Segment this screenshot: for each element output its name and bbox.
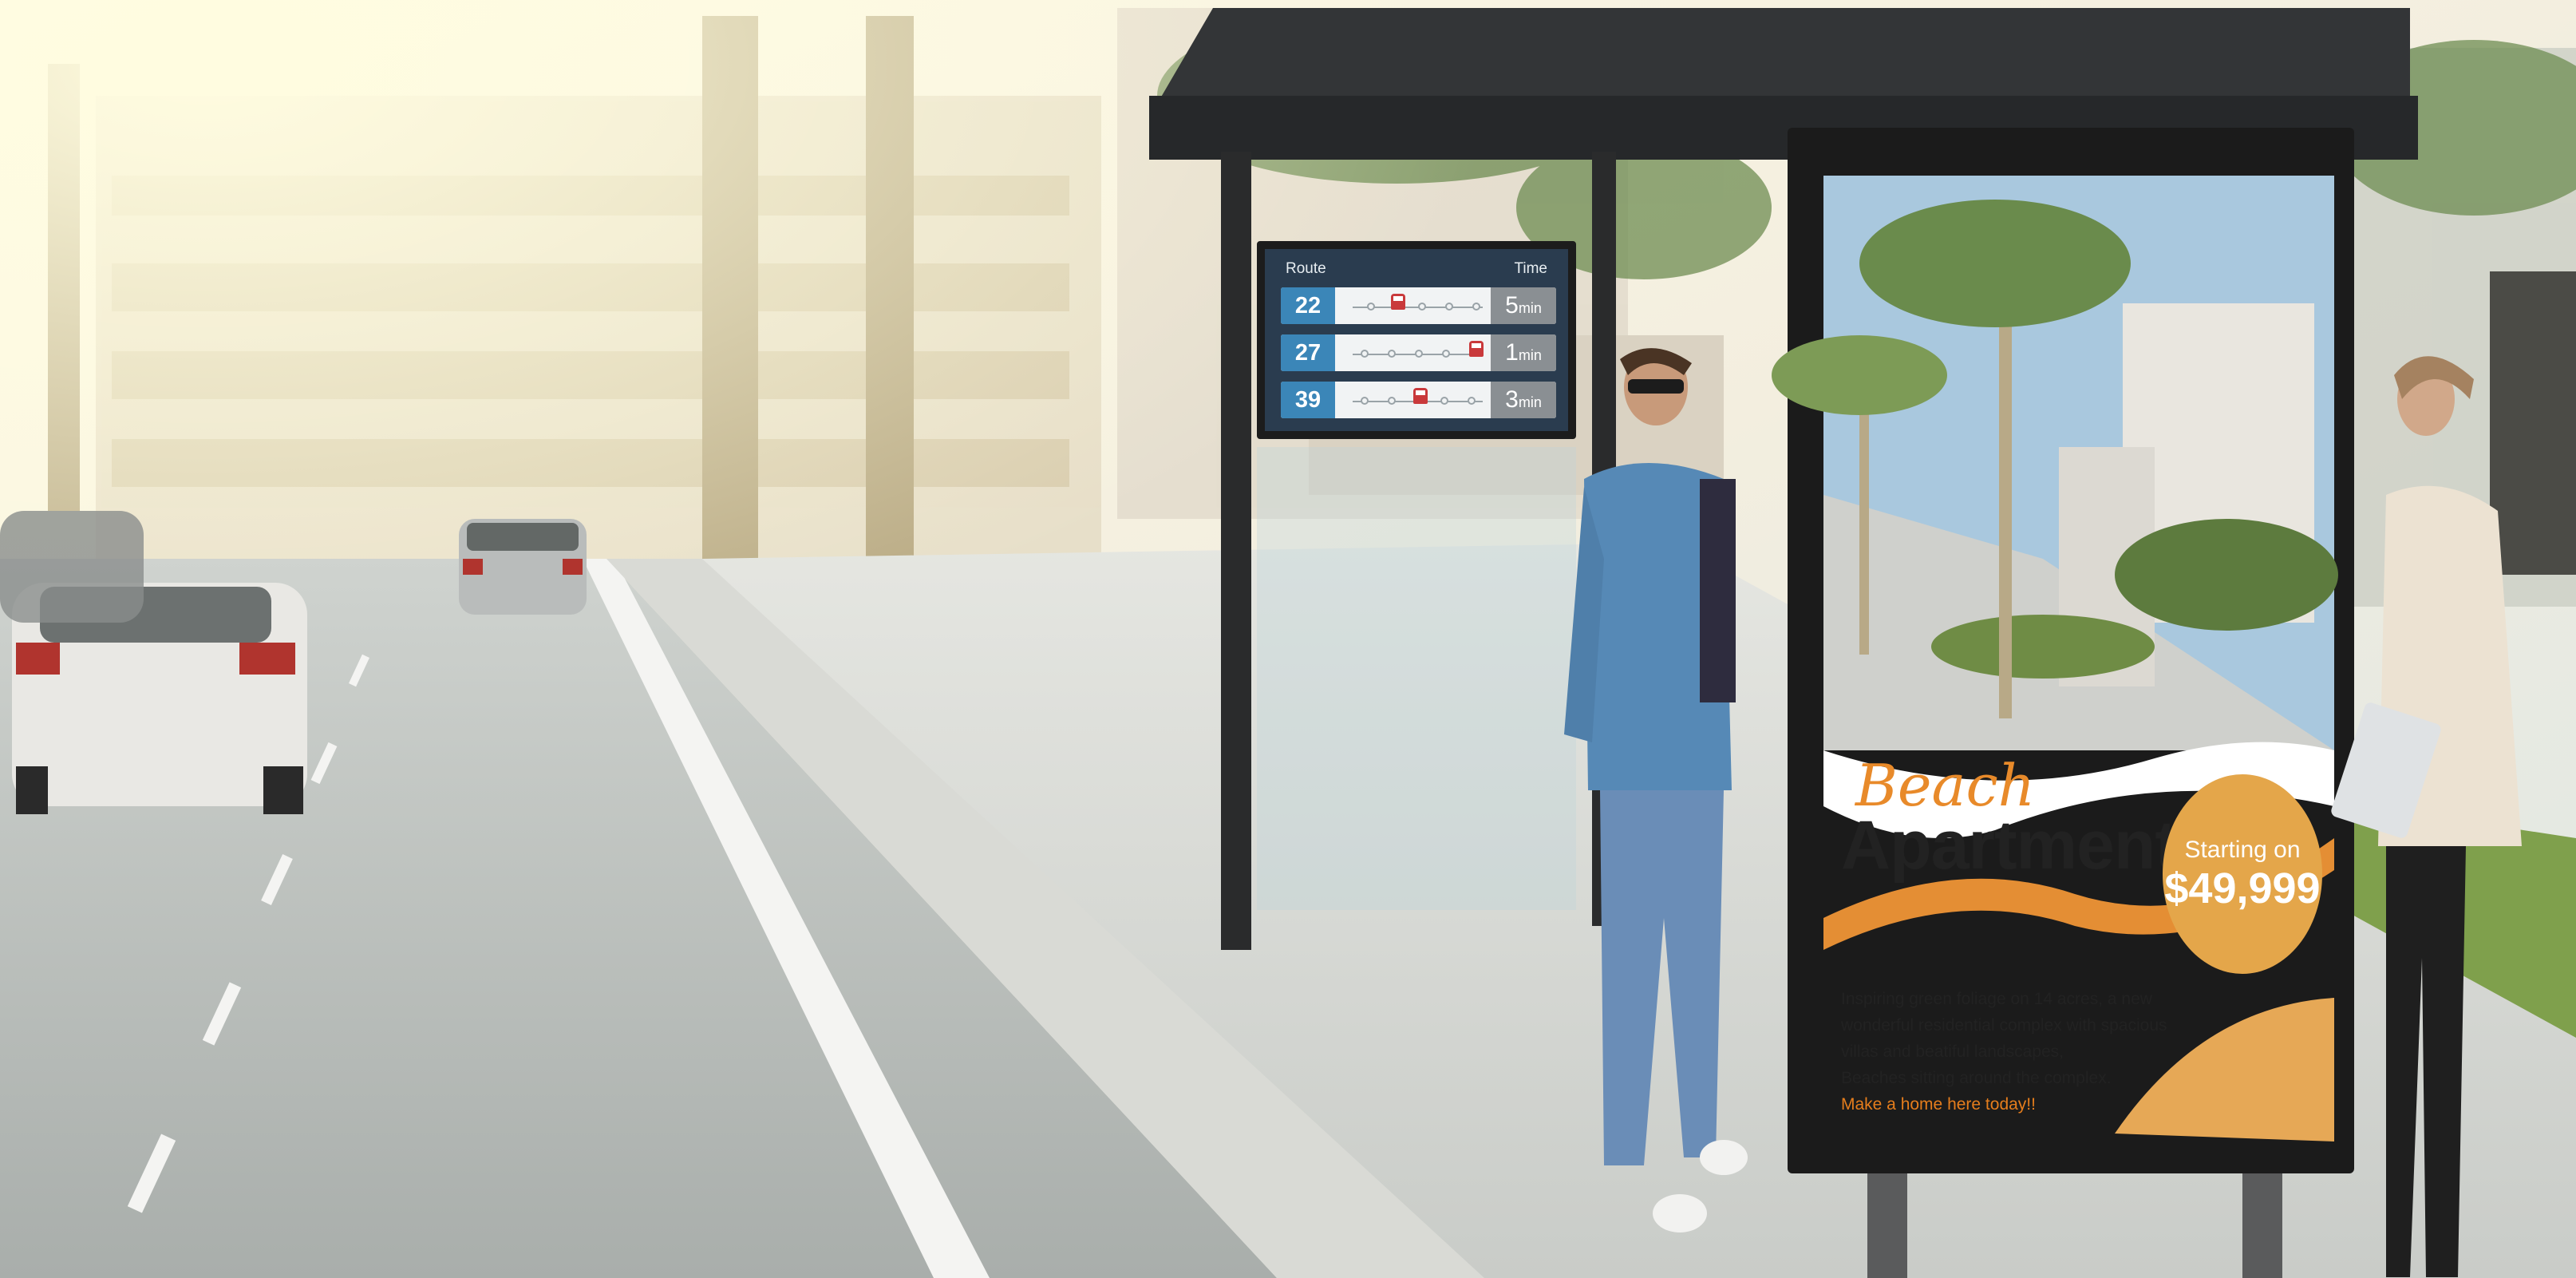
- advertisement-poster: Beach Apartments Starting on $49,999 Ins…: [1823, 176, 2334, 1141]
- price-badge: Starting on $49,999: [2163, 774, 2322, 974]
- route-number: 22: [1281, 287, 1335, 324]
- time-column-label: Time: [1514, 260, 1547, 277]
- price-label: Starting on: [2184, 837, 2301, 863]
- route-row: 27 1min: [1281, 334, 1556, 371]
- route-timetable-screen: Route Time 22 5min 27 1min 39 3min: [1257, 241, 1576, 439]
- stop-dot: [1442, 350, 1450, 358]
- bus-icon: [1413, 388, 1428, 404]
- stop-dot: [1415, 350, 1423, 358]
- description-line: Beaches sitting around the complex.: [1841, 1069, 2112, 1087]
- description-line: Inspiring green foliage on 14 acres, a n…: [1841, 990, 2152, 1008]
- description-line: wonderful residential complex with spaci…: [1841, 1016, 2167, 1035]
- route-row: 39 3min: [1281, 382, 1556, 418]
- route-number: 27: [1281, 334, 1335, 371]
- stop-dot: [1361, 350, 1369, 358]
- far-car: [459, 519, 587, 615]
- arrival-time: 1min: [1491, 334, 1556, 371]
- stop-dot: [1388, 397, 1396, 405]
- stop-dot: [1472, 303, 1480, 311]
- bus-icon: [1391, 294, 1405, 310]
- price-value: $49,999: [2164, 865, 2321, 912]
- stop-dot: [1468, 397, 1476, 405]
- arrival-time: 5min: [1491, 287, 1556, 324]
- stop-dot: [1440, 397, 1448, 405]
- route-column-label: Route: [1286, 260, 1326, 277]
- stop-dot: [1388, 350, 1396, 358]
- route-number: 39: [1281, 382, 1335, 418]
- stop-dot: [1445, 303, 1453, 311]
- bus-icon: [1469, 341, 1484, 357]
- timetable-header: Route Time: [1286, 260, 1547, 279]
- call-to-action: Make a home here today!!: [1841, 1095, 2036, 1114]
- stop-dot: [1367, 303, 1375, 311]
- poster-title: Apartments: [1841, 807, 2215, 884]
- route-row: 22 5min: [1281, 287, 1556, 324]
- stop-dot: [1361, 397, 1369, 405]
- description-line: villas and beatiful landscapes,: [1841, 1043, 2064, 1061]
- arrival-time: 3min: [1491, 382, 1556, 418]
- stop-dot: [1418, 303, 1426, 311]
- left-car: [0, 511, 144, 623]
- poster-description: Inspiring green foliage on 14 acres, a n…: [1841, 986, 2176, 1118]
- bus-stop-scene: Route Time 22 5min 27 1min 39 3min Beach…: [0, 0, 2576, 1278]
